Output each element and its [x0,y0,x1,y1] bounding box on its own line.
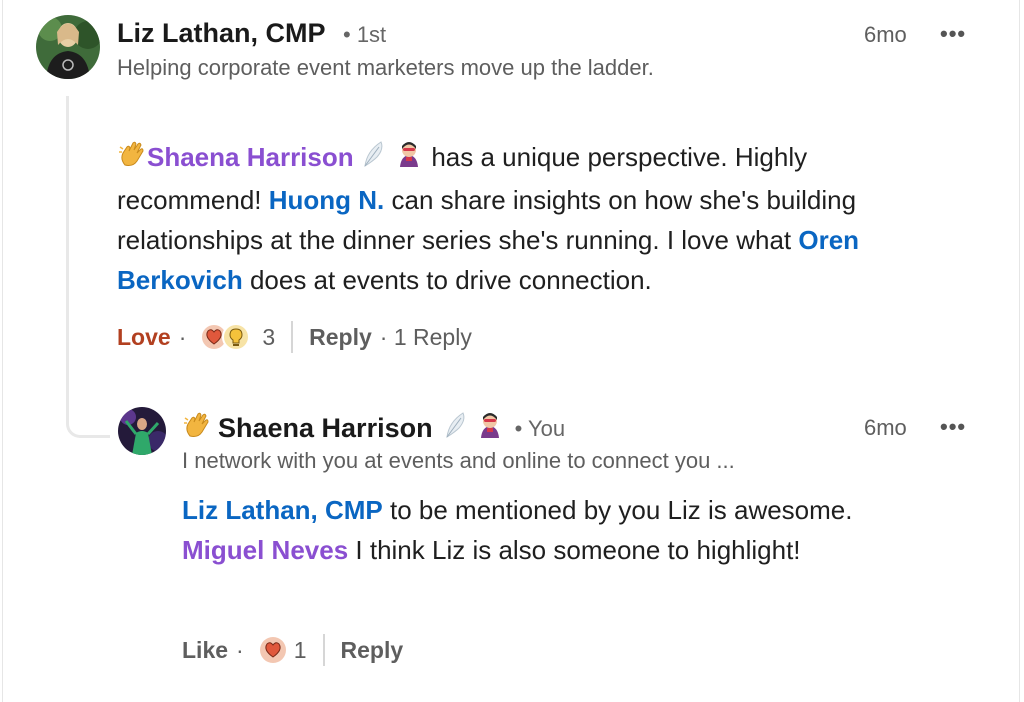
more-icon[interactable]: ••• [940,21,966,47]
feather-icon [361,139,387,180]
more-icon[interactable]: ••• [940,414,966,440]
reply-author-headline: I network with you at events and online … [182,448,735,473]
reply-count-link[interactable]: · 1 Reply [380,324,472,351]
mention-huong[interactable]: Huong N. [269,185,385,215]
waving-hand-icon [182,410,212,447]
reply-author-row: Shaena Harrison • You [182,410,565,447]
reply-author-name[interactable]: Shaena Harrison [218,413,433,444]
reply-text-part: I think Liz is also someone to highlight… [348,535,801,565]
comment-text-part: does at events to drive connection. [242,264,652,295]
love-reaction-icon[interactable] [258,635,288,665]
comment-body: Shaena Harrison has a unique perspective… [117,137,957,300]
reaction-icons[interactable] [200,322,252,352]
comment-actions: Love · 3 Reply · 1 Reply [117,320,472,354]
action-divider [291,321,294,353]
thread-line [66,96,110,438]
connection-degree: • 1st [343,22,387,47]
comment-timestamp: 6mo [864,22,907,47]
separator-dot: · [178,323,187,350]
reply-button[interactable]: Reply [341,637,404,664]
separator-dot: · [236,636,244,663]
comment-author-headline: Helping corporate event marketers move u… [117,55,654,80]
superhero-icon [394,139,424,180]
waving-hand-icon [117,139,147,180]
reply-timestamp: 6mo [864,415,907,440]
superhero-icon [475,410,505,447]
comment-author-name[interactable]: Liz Lathan, CMP [117,18,326,49]
like-button[interactable]: Like [182,637,228,664]
love-reaction-button[interactable]: Love [117,324,171,351]
reply-actions: Like · 1 Reply [182,633,403,667]
avatar-liz[interactable] [36,15,100,79]
reply-button[interactable]: Reply [309,324,372,351]
mention-miguel[interactable]: Miguel Neves [182,535,348,565]
reply-body: Liz Lathan, CMP to be mentioned by you L… [182,490,902,570]
action-divider [322,634,325,666]
reaction-count[interactable]: 3 [262,324,275,351]
you-label: • You [514,415,566,441]
feather-icon [443,410,469,447]
reply-text-part: to be mentioned by you Liz is awesome. [382,495,853,525]
avatar-shaena[interactable] [118,407,166,455]
reaction-count[interactable]: 1 [294,637,307,664]
mention-shaena[interactable]: Shaena Harrison [147,142,354,172]
mention-liz[interactable]: Liz Lathan, CMP [182,495,383,525]
